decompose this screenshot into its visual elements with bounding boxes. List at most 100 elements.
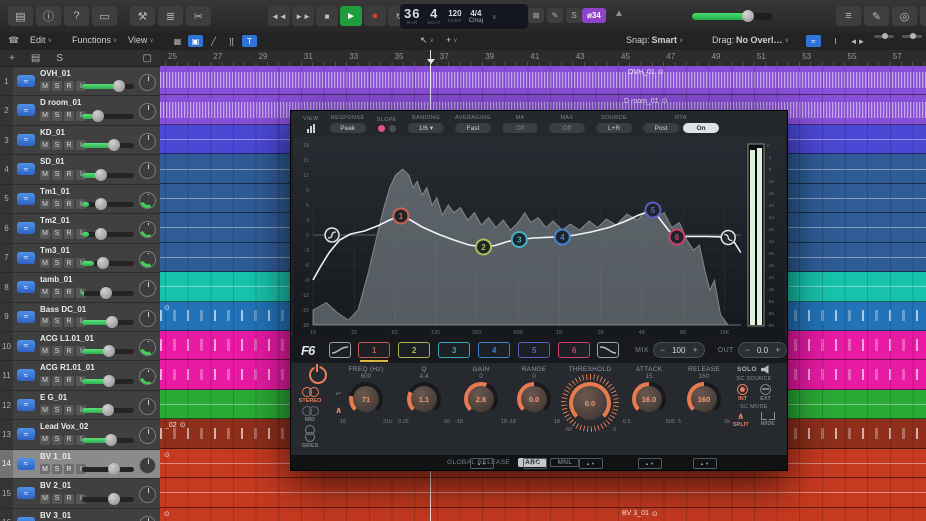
scissors-icon[interactable]: ✂: [186, 6, 211, 26]
band-1-button[interactable]: 1: [358, 342, 390, 358]
m-button[interactable]: M: [40, 494, 50, 504]
band-3-node[interactable]: 3: [512, 232, 527, 247]
mid-mode-button[interactable]: MID: [295, 406, 325, 423]
r-button[interactable]: R: [64, 494, 74, 504]
pan-knob[interactable]: [139, 103, 156, 120]
browsers-icon[interactable]: ▣: [920, 6, 926, 26]
knob-dial[interactable]: 2.8: [464, 382, 498, 416]
playhead-marker[interactable]: [427, 59, 435, 68]
knob-threshold[interactable]: THRESHOLD0.0-600: [562, 366, 618, 433]
lcd-chevron-icon[interactable]: ∨: [492, 13, 497, 21]
volume-slider[interactable]: [82, 379, 134, 384]
sides-mode-button[interactable]: SIDES: [295, 425, 325, 449]
track-row[interactable]: 2≈D room_01MSRI: [0, 96, 160, 125]
tool-phone-icon[interactable]: ☎: [8, 35, 19, 46]
info-icon[interactable]: ⓘ: [36, 6, 61, 26]
track-row[interactable]: 7≈Tm3_01MSRI: [0, 244, 160, 273]
r-button[interactable]: R: [64, 405, 74, 415]
out-plus-button[interactable]: +: [775, 346, 780, 355]
knob-dial[interactable]: 0.0: [517, 382, 551, 416]
r-button[interactable]: R: [64, 376, 74, 386]
r-button[interactable]: R: [64, 81, 74, 91]
volume-slider[interactable]: [82, 349, 134, 354]
sc-mode-wide-button[interactable]: WIDE: [761, 412, 775, 428]
waveform-zoom-icon[interactable]: ≈: [806, 35, 821, 47]
hpf-band-button[interactable]: [329, 342, 351, 358]
pan-knob[interactable]: [139, 162, 156, 179]
add-track-button[interactable]: +: [9, 53, 15, 64]
track-row[interactable]: 6≈Tm2_01MSRI: [0, 214, 160, 243]
band-6-button[interactable]: 6: [558, 342, 590, 358]
m-button[interactable]: M: [40, 199, 50, 209]
rta-view-icon[interactable]: [307, 124, 315, 133]
pan-knob[interactable]: [139, 368, 156, 385]
knob-freqhz[interactable]: FREQ (Hz)600711621k: [338, 366, 394, 425]
forward-button[interactable]: ►►: [292, 6, 314, 26]
play-button[interactable]: ►: [340, 6, 362, 26]
s-button[interactable]: S: [52, 140, 62, 150]
menu-functions[interactable]: Functions∨: [72, 35, 117, 45]
volume-knob[interactable]: [102, 404, 114, 416]
speaker-icon[interactable]: [761, 365, 771, 374]
horizontal-zoom-slider[interactable]: [900, 35, 922, 38]
track-row[interactable]: 9≈Bass DC_01MSRI: [0, 303, 160, 332]
track-row[interactable]: 1≈OVH_01MSRI: [0, 67, 160, 96]
stop-button[interactable]: ■: [316, 6, 338, 26]
region-lane[interactable]: [160, 478, 926, 507]
mix-value[interactable]: 100: [672, 346, 685, 355]
record-button[interactable]: ●: [364, 6, 386, 26]
r-button[interactable]: R: [64, 111, 74, 121]
track-row[interactable]: 8≈tamb_01MSRI: [0, 273, 160, 302]
volume-knob[interactable]: [108, 463, 120, 475]
lpf-band-button[interactable]: [597, 342, 619, 358]
band-6-node[interactable]: 6: [670, 230, 685, 245]
snap-selector[interactable]: Snap:Smart∨: [626, 35, 683, 45]
m-button[interactable]: M: [40, 376, 50, 386]
region-lane[interactable]: OVH_01⊙: [160, 66, 926, 95]
volume-knob[interactable]: [100, 287, 112, 299]
band-5-button[interactable]: 5: [518, 342, 550, 358]
mnl-button[interactable]: MNL: [550, 458, 579, 467]
volume-knob[interactable]: [742, 10, 754, 22]
track-row[interactable]: 11≈ACG R1.01_01MSRI: [0, 361, 160, 390]
rta-on-button[interactable]: On: [683, 123, 719, 133]
track-row[interactable]: 16≈BV 3_01MSRI: [0, 509, 160, 521]
band-2-button[interactable]: 2: [398, 342, 430, 358]
m-button[interactable]: M: [40, 258, 50, 268]
r-button[interactable]: R: [64, 199, 74, 209]
volume-slider[interactable]: [82, 467, 134, 472]
r-button[interactable]: R: [64, 229, 74, 239]
drag-selector[interactable]: Drag:No Overl…∨: [712, 35, 789, 45]
ma-selector[interactable]: Off: [502, 123, 538, 133]
volume-slider[interactable]: [82, 497, 134, 502]
volume-slider[interactable]: [82, 408, 134, 413]
track-row[interactable]: 14≈BV 1_01MSRI: [0, 450, 160, 479]
track-header-config-icon[interactable]: ▢: [143, 53, 152, 64]
menu-view[interactable]: View∨: [128, 35, 154, 45]
volume-slider[interactable]: [82, 291, 134, 296]
mix-plus-button[interactable]: +: [692, 346, 697, 355]
pan-knob[interactable]: [139, 221, 156, 238]
s-button[interactable]: S: [52, 494, 62, 504]
volume-slider[interactable]: [82, 114, 134, 119]
band-4-button[interactable]: 4: [478, 342, 510, 358]
m-button[interactable]: M: [40, 346, 50, 356]
m-button[interactable]: M: [40, 317, 50, 327]
volume-knob[interactable]: [108, 493, 120, 505]
stepper-control[interactable]: ▲▼: [638, 458, 662, 469]
m-button[interactable]: M: [40, 81, 50, 91]
no-transpose-icon[interactable]: ⊠: [528, 8, 544, 23]
mix-minus-button[interactable]: −: [660, 346, 665, 355]
metronome-icon[interactable]: ▲: [614, 8, 624, 19]
m-button[interactable]: M: [40, 464, 50, 474]
s-button[interactable]: S: [52, 346, 62, 356]
display-icon[interactable]: ▤: [8, 6, 33, 26]
lpf-node[interactable]: [721, 231, 735, 245]
band-3-button[interactable]: 3: [438, 342, 470, 358]
rewind-button[interactable]: ◄◄: [268, 6, 290, 26]
volume-knob[interactable]: [103, 345, 115, 357]
note-pad-icon[interactable]: ✎: [864, 6, 889, 26]
horizontal-zoom-icon[interactable]: ◄►: [850, 35, 865, 47]
knob-q[interactable]: Q4.41.10.2660: [396, 366, 452, 425]
band-2-node[interactable]: 2: [476, 240, 491, 255]
